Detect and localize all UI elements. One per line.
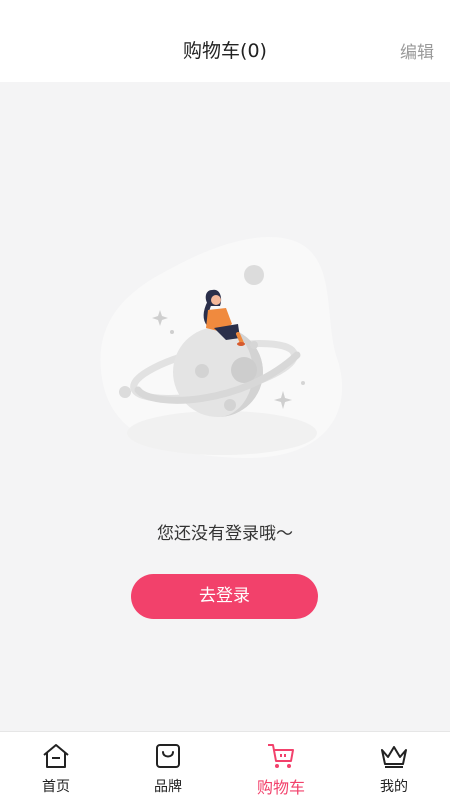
sparkle-dot-2 [301,381,305,385]
tab-mine-label: 我的 [380,779,408,795]
tab-home-label: 首页 [42,779,70,795]
crater-1 [231,357,257,383]
small-moon-top [244,265,264,285]
page-title: 购物车(0) [183,40,267,62]
ground-shadow [127,411,317,455]
crown-icon [381,746,407,768]
bottom-tab-bar: 首页 品牌 购物车 我的 [0,731,450,800]
tab-brand[interactable]: 品牌 [112,732,224,800]
tab-cart[interactable]: 购物车 [225,732,337,800]
top-bar: 购物车(0) 编辑 [0,0,450,82]
cart-page: 购物车(0) 编辑 您还没有登录哦～ 去登录 首页 品牌 购物车 我的 [0,0,450,800]
tab-brand-label: 品牌 [154,779,182,795]
crater-3 [224,399,236,411]
tab-mine[interactable]: 我的 [338,732,450,800]
crater-4 [250,341,258,349]
crater-2 [195,364,209,378]
small-moon-left [119,386,131,398]
cart-icon [268,744,294,768]
edit-button[interactable]: 编辑 [400,38,434,63]
girl-on-planet-illustration [100,237,343,459]
sparkle-dot [170,330,174,334]
tab-cart-label: 购物车 [256,778,305,797]
not-logged-in-message: 您还没有登录哦～ [157,524,293,544]
login-button[interactable]: 去登录 [131,574,318,619]
home-icon [43,744,69,768]
brand-bag-icon [156,744,180,768]
tab-home[interactable]: 首页 [0,732,112,800]
